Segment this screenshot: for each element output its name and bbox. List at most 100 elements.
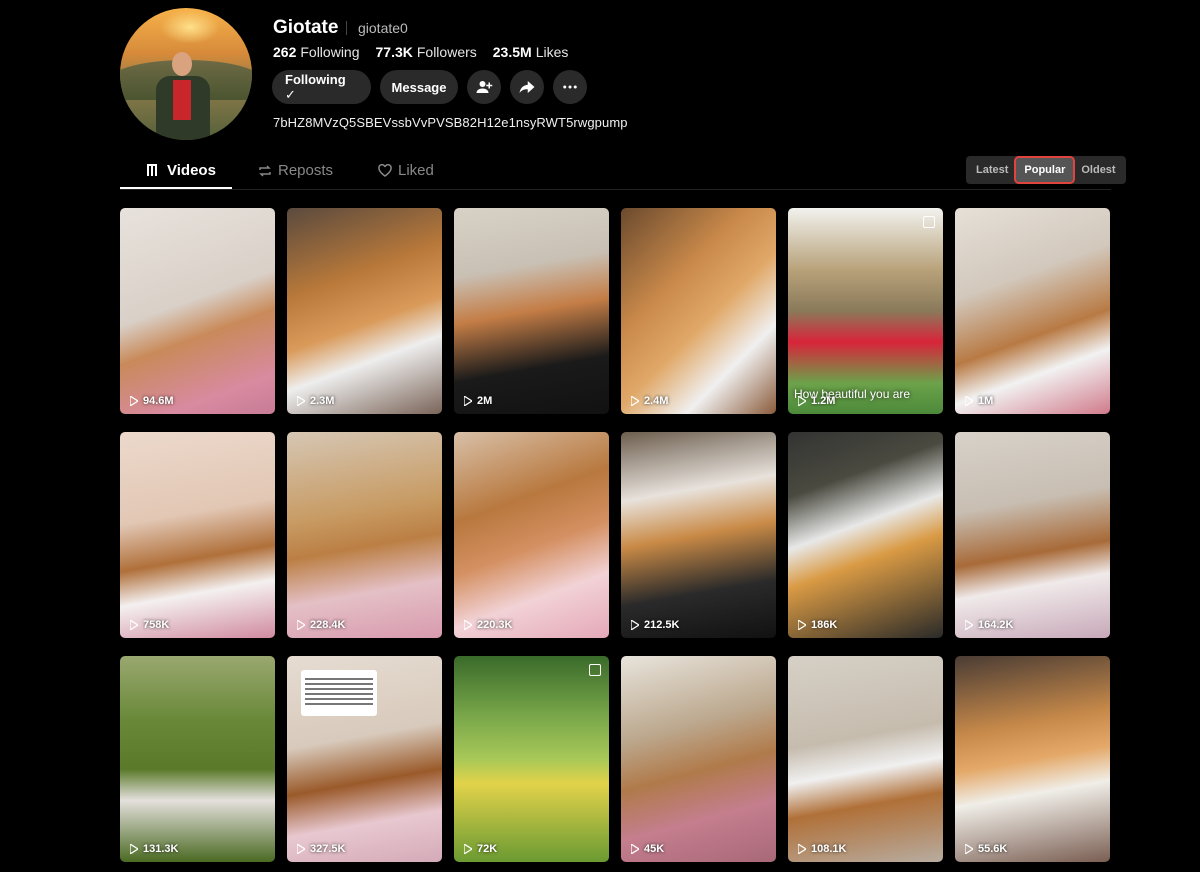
video-card[interactable]: 164.2K: [955, 432, 1110, 638]
following-label: Following: [300, 44, 360, 60]
video-view-count: 1M: [965, 395, 993, 407]
video-view-count: 2.4M: [631, 395, 668, 407]
active-tab-indicator: [120, 187, 232, 189]
followers-label: Followers: [416, 44, 477, 60]
video-view-count: 164.2K: [965, 619, 1013, 631]
video-card[interactable]: How beautiful you are 1.2M: [788, 208, 943, 414]
video-view-count: 228.4K: [297, 619, 345, 631]
followers-stat[interactable]: 77.3K Followers: [376, 44, 477, 60]
heart-outline-icon: [378, 163, 392, 177]
view-count-value: 212.5K: [644, 619, 680, 631]
view-count-value: 108.1K: [811, 843, 847, 855]
likes-count: 23.5M: [492, 44, 532, 60]
video-view-count: 108.1K: [798, 843, 846, 855]
play-icon: [130, 620, 138, 630]
video-card[interactable]: 72K: [454, 656, 609, 862]
sort-oldest[interactable]: Oldest: [1073, 158, 1123, 182]
play-icon: [631, 620, 639, 630]
video-card[interactable]: 2M: [454, 208, 609, 414]
view-count-value: 1M: [978, 395, 994, 407]
video-card[interactable]: 2.3M: [287, 208, 442, 414]
video-card[interactable]: 131.3K: [120, 656, 275, 862]
video-card[interactable]: 220.3K: [454, 432, 609, 638]
video-view-count: 220.3K: [464, 619, 512, 631]
video-card[interactable]: 45K: [621, 656, 776, 862]
profile-avatar[interactable]: [120, 8, 252, 140]
video-card[interactable]: 2.4M: [621, 208, 776, 414]
view-count-value: 758K: [143, 619, 170, 631]
video-card[interactable]: 94.6M: [120, 208, 275, 414]
avatar-person-shirt: [173, 80, 191, 120]
video-view-count: 327.5K: [297, 843, 345, 855]
view-count-value: 2M: [477, 395, 493, 407]
view-count-value: 186K: [811, 619, 838, 631]
following-button[interactable]: Following ✓: [272, 70, 371, 104]
multi-photo-icon: [589, 664, 601, 676]
play-icon: [965, 620, 973, 630]
share-icon: [519, 81, 535, 93]
comment-reply-sticker: [301, 670, 377, 716]
play-icon: [464, 396, 472, 406]
video-card[interactable]: 108.1K: [788, 656, 943, 862]
play-icon: [631, 844, 639, 854]
video-grid: 94.6M 2.3M 2M 2.4M How beautiful you are 1.2M…: [120, 208, 1110, 862]
play-icon: [297, 844, 305, 854]
play-icon: [798, 620, 806, 630]
play-icon: [297, 396, 305, 406]
play-icon: [631, 396, 639, 406]
profile-tabs: Videos Reposts Liked: [120, 156, 1111, 190]
play-icon: [965, 844, 973, 854]
view-count-value: 72K: [477, 843, 498, 855]
tab-reposts-label: Reposts: [278, 162, 334, 179]
video-card[interactable]: 228.4K: [287, 432, 442, 638]
sort-latest[interactable]: Latest: [968, 158, 1016, 182]
tab-liked-label: Liked: [398, 162, 434, 179]
sort-popular[interactable]: Popular: [1014, 156, 1076, 184]
video-view-count: 131.3K: [130, 843, 178, 855]
view-count-value: 220.3K: [477, 619, 513, 631]
profile-name: Giotate: [273, 17, 339, 38]
more-button[interactable]: [553, 70, 587, 104]
view-count-value: 45K: [644, 843, 665, 855]
following-count: 262: [273, 44, 297, 60]
tab-videos-label: Videos: [167, 162, 216, 179]
video-card[interactable]: 1M: [955, 208, 1110, 414]
video-card[interactable]: 186K: [788, 432, 943, 638]
video-view-count: 72K: [464, 843, 497, 855]
video-view-count: 55.6K: [965, 843, 1007, 855]
video-view-count: 2.3M: [297, 395, 334, 407]
play-icon: [798, 396, 806, 406]
profile-handle: giotate0: [358, 20, 408, 36]
view-count-value: 228.4K: [310, 619, 346, 631]
play-icon: [464, 620, 472, 630]
tab-liked[interactable]: Liked: [378, 162, 434, 179]
share-button[interactable]: [510, 70, 544, 104]
view-count-value: 1.2M: [811, 395, 836, 407]
tab-reposts[interactable]: Reposts: [258, 162, 333, 179]
message-button[interactable]: Message: [380, 70, 458, 104]
video-view-count: 94.6M: [130, 395, 174, 407]
video-view-count: 1.2M: [798, 395, 835, 407]
avatar-person-head: [172, 52, 192, 76]
profile-bio: 7bHZ8MVzQ5SBEVssbVvPVSB82H12e1nsyRWT5rwg…: [273, 115, 628, 130]
video-card[interactable]: 758K: [120, 432, 275, 638]
play-icon: [464, 844, 472, 854]
play-icon: [130, 844, 138, 854]
video-view-count: 2M: [464, 395, 492, 407]
view-count-value: 2.3M: [310, 395, 335, 407]
followers-count: 77.3K: [375, 44, 413, 60]
video-view-count: 186K: [798, 619, 837, 631]
add-friend-icon: [476, 81, 493, 93]
tab-videos[interactable]: Videos: [147, 162, 216, 179]
sort-toggle: Latest Popular Oldest: [966, 156, 1126, 184]
video-card[interactable]: 55.6K: [955, 656, 1110, 862]
view-count-value: 94.6M: [143, 395, 174, 407]
view-count-value: 55.6K: [978, 843, 1008, 855]
add-friend-button[interactable]: [467, 70, 501, 104]
video-card[interactable]: 327.5K: [287, 656, 442, 862]
view-count-value: 327.5K: [310, 843, 346, 855]
video-card[interactable]: 212.5K: [621, 432, 776, 638]
likes-label: Likes: [535, 44, 569, 60]
following-stat[interactable]: 262 Following: [273, 44, 360, 60]
view-count-value: 131.3K: [143, 843, 179, 855]
